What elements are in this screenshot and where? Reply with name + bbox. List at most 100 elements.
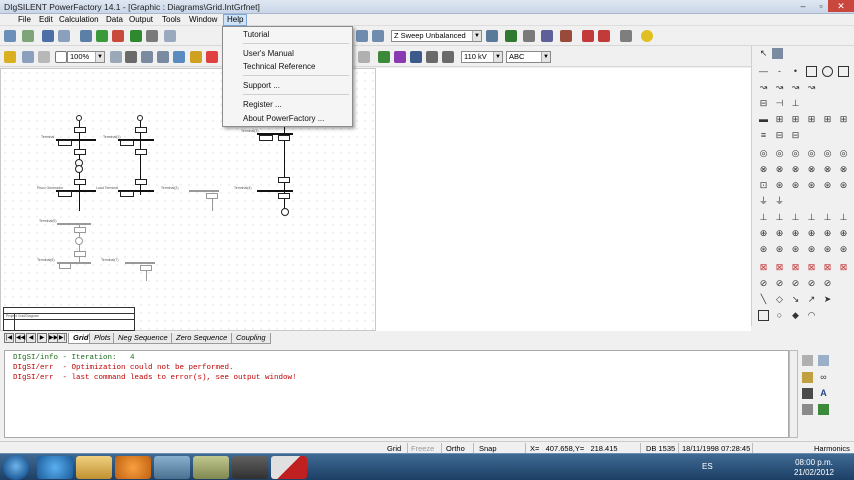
circle-icon[interactable]: ○ <box>774 310 785 321</box>
transformer3-tool-icon[interactable]: ⊗ <box>774 164 785 175</box>
tool-icon[interactable] <box>164 30 176 42</box>
breaker-icon[interactable] <box>259 135 273 141</box>
breaker-icon[interactable] <box>135 179 147 185</box>
frequency-sweep-icon[interactable] <box>560 30 572 42</box>
app-icon[interactable] <box>193 456 229 479</box>
grid-tool-icon[interactable]: ◎ <box>838 148 849 159</box>
breaker-icon[interactable] <box>58 140 72 146</box>
filter5-tool-icon[interactable]: ⊕ <box>806 228 817 239</box>
red-element4-icon[interactable]: ⊠ <box>806 262 817 273</box>
grid-toggle-icon[interactable] <box>426 51 438 63</box>
filter7-tool-icon[interactable]: ⊕ <box>838 228 849 239</box>
pv-tool-icon[interactable]: ◎ <box>806 148 817 159</box>
clear-icon[interactable] <box>802 355 813 366</box>
ground-tool-icon[interactable]: ⏚ <box>758 196 769 207</box>
media-player-icon[interactable] <box>115 456 151 479</box>
close-button[interactable]: ✕ <box>828 0 854 12</box>
relay-tool-icon[interactable]: ⊥ <box>806 212 817 223</box>
filter2-tool-icon[interactable]: ⊕ <box>758 228 769 239</box>
node3-tool-icon[interactable]: ⊞ <box>838 114 849 125</box>
open-output-icon[interactable] <box>802 372 813 383</box>
next-tab-icon[interactable]: ▶ <box>37 333 47 343</box>
breaker-icon[interactable] <box>74 127 86 133</box>
network-app-icon[interactable] <box>154 456 190 479</box>
explorer-icon[interactable] <box>76 456 112 479</box>
inverter-tool-icon[interactable]: ⊛ <box>838 180 849 191</box>
fuse2-tool-icon[interactable]: ⊥ <box>838 212 849 223</box>
breaker-icon[interactable] <box>278 193 290 199</box>
select-icon[interactable] <box>772 48 783 59</box>
plot-icon[interactable] <box>582 30 594 42</box>
fit-icon[interactable] <box>110 51 122 63</box>
pan-icon[interactable] <box>38 51 50 63</box>
transformer-tool-icon[interactable]: ⊗ <box>758 164 769 175</box>
red-element2-icon[interactable]: ⊠ <box>774 262 785 273</box>
calc-icon[interactable] <box>80 30 92 42</box>
minimize-button[interactable]: – <box>794 0 812 12</box>
polygon-icon[interactable]: ◆ <box>790 310 801 321</box>
export-icon[interactable] <box>157 51 169 63</box>
cursor-icon[interactable]: ↖ <box>758 48 769 59</box>
output-window[interactable]: DIgSI/info - Iteration: 4 DIgSI/err - Op… <box>4 350 789 438</box>
arrow-icon[interactable]: ↝ <box>790 82 801 93</box>
node2-tool-icon[interactable]: ⊞ <box>822 114 833 125</box>
breaker-tool-icon[interactable]: ⊟ <box>758 98 769 109</box>
save-icon[interactable] <box>802 388 813 399</box>
busbar[interactable] <box>189 190 219 192</box>
transformer-icon[interactable] <box>75 165 83 173</box>
help-tutorial[interactable]: Tutorial <box>243 29 349 40</box>
breaker-icon[interactable] <box>74 251 86 257</box>
help-register[interactable]: Register ... <box>243 99 349 110</box>
harm-source3-icon[interactable]: ⊛ <box>790 244 801 255</box>
clock[interactable]: 08:00 p.m. 21/02/2012 <box>794 458 834 478</box>
status-freeze[interactable]: Freeze <box>411 444 434 453</box>
color-icon[interactable] <box>378 51 390 63</box>
prev-tab-icon[interactable]: ◀ <box>26 333 36 343</box>
breaker-icon[interactable] <box>58 191 72 197</box>
binoculars-icon[interactable]: ∞ <box>818 372 829 383</box>
load-flow-icon[interactable] <box>96 30 108 42</box>
status-snap[interactable]: Snap <box>479 444 497 453</box>
data-manager-icon[interactable] <box>22 30 34 42</box>
dc-element5-icon[interactable]: ⊘ <box>822 278 833 289</box>
source-tool-icon[interactable]: ◎ <box>790 148 801 159</box>
layer-icon[interactable] <box>173 51 185 63</box>
menu-edit[interactable]: Edit <box>36 15 56 25</box>
red-element3-icon[interactable]: ⊠ <box>790 262 801 273</box>
prev-page-icon[interactable]: ◀◀ <box>15 333 25 343</box>
filter-icon[interactable] <box>541 30 553 42</box>
red-element-icon[interactable]: ⊠ <box>758 262 769 273</box>
shunt-tool-icon[interactable]: ⊗ <box>838 164 849 175</box>
switch-tool-icon[interactable]: ⊣ <box>774 98 785 109</box>
arc-icon[interactable]: ◠ <box>806 310 817 321</box>
busbar-tool-icon[interactable]: ▬ <box>758 114 769 125</box>
tab-zero-sequence[interactable]: Zero Sequence <box>171 333 233 344</box>
run-icon[interactable] <box>130 30 142 42</box>
generator-tool-icon[interactable]: ◎ <box>758 148 769 159</box>
wind-tool-icon[interactable]: ◎ <box>822 148 833 159</box>
vt-tool-icon[interactable]: ⊥ <box>790 212 801 223</box>
colors-icon[interactable] <box>394 51 406 63</box>
harm-source5-icon[interactable]: ⊛ <box>822 244 833 255</box>
harmonic-run-icon[interactable] <box>505 30 517 42</box>
dc-element2-icon[interactable]: ⊘ <box>774 278 785 289</box>
diag-line-icon[interactable]: ╲ <box>758 294 769 305</box>
circle-tool-icon[interactable] <box>822 66 833 77</box>
status-grid[interactable]: Grid <box>387 444 401 453</box>
delete-icon[interactable] <box>206 51 218 63</box>
phase-select[interactable]: ABC ▼ <box>506 51 551 63</box>
dc-element-icon[interactable]: ⊘ <box>758 278 769 289</box>
point-tool-icon[interactable]: • <box>790 66 801 77</box>
box-element-icon[interactable]: ⊡ <box>758 180 769 191</box>
bus-section-icon[interactable]: ⊟ <box>790 130 801 141</box>
copy-icon[interactable] <box>818 355 829 366</box>
help-support[interactable]: Support ... <box>243 80 349 91</box>
freeze-icon[interactable] <box>410 51 422 63</box>
feeder-line[interactable] <box>146 271 147 281</box>
table-icon[interactable] <box>141 51 153 63</box>
bus-coupler-icon[interactable]: ⊟ <box>774 130 785 141</box>
tab-neg-sequence[interactable]: Neg Sequence <box>113 333 173 344</box>
stop-icon[interactable] <box>146 30 158 42</box>
arrow-icon[interactable]: ↝ <box>758 82 769 93</box>
busbar[interactable] <box>257 190 293 192</box>
